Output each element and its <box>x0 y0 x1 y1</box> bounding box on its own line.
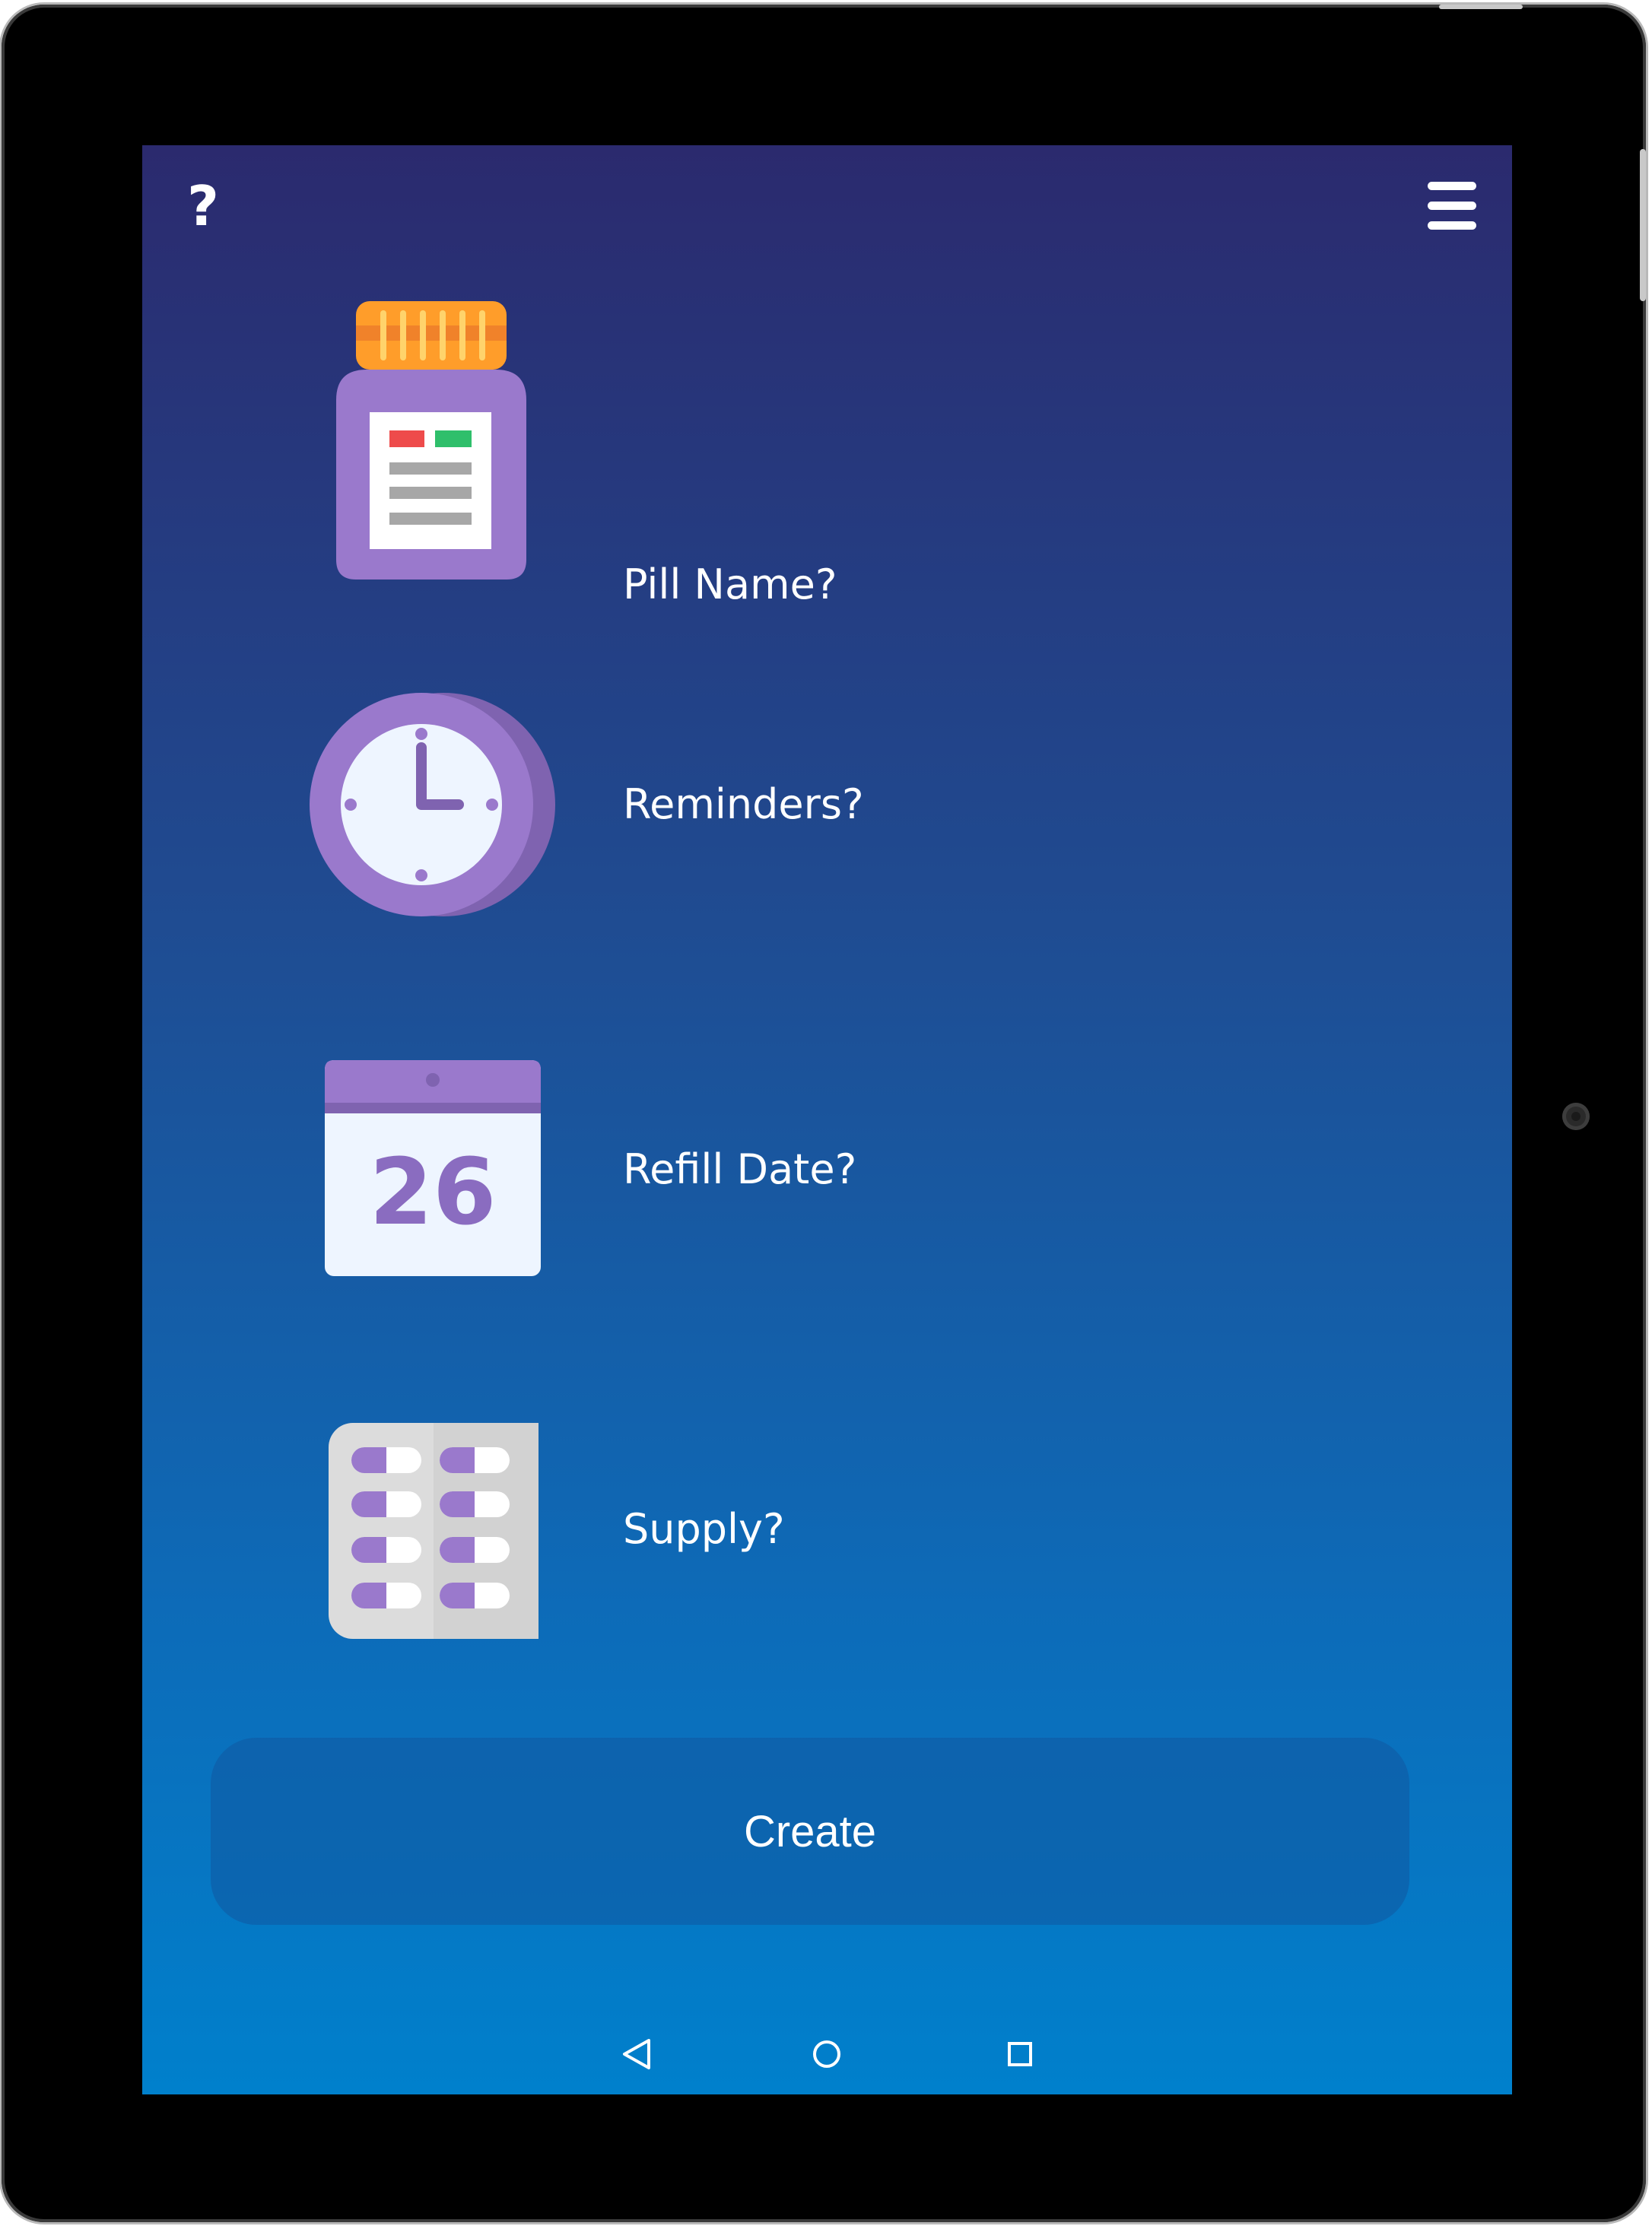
recents-square-icon[interactable] <box>999 2033 1041 2075</box>
android-navigation-bar <box>142 2024 1512 2085</box>
reminders-label: Reminders? <box>623 780 864 828</box>
supply-label: Supply? <box>623 1505 785 1553</box>
home-circle-icon[interactable] <box>805 2033 848 2075</box>
refill-date-row[interactable]: 26 Refill Date? <box>142 1060 1512 1288</box>
supply-row[interactable]: Supply? <box>142 1423 1512 1651</box>
create-button[interactable]: Create <box>211 1738 1409 1925</box>
refill-date-label: Refill Date? <box>623 1145 857 1193</box>
question-mark-icon[interactable]: ? <box>180 176 226 237</box>
pill-bottle-icon <box>336 301 526 580</box>
calendar-icon: 26 <box>325 1060 541 1276</box>
pill-name-row[interactable]: Pill Name? <box>142 301 1512 608</box>
app-screen: ? Pill Name? Reminders? 26 Refill Date? … <box>142 145 1512 2094</box>
volume-button <box>1640 149 1646 301</box>
calendar-day-number: 26 <box>370 1140 497 1246</box>
power-button <box>1439 5 1523 9</box>
front-camera <box>1562 1103 1590 1130</box>
pill-blister-pack-icon <box>329 1423 538 1639</box>
pill-name-label: Pill Name? <box>623 560 837 608</box>
tablet-frame: ? Pill Name? Reminders? 26 Refill Date? … <box>2 5 1646 2222</box>
clock-icon <box>310 693 555 916</box>
hamburger-menu-icon[interactable] <box>1428 182 1476 230</box>
reminders-row[interactable]: Reminders? <box>142 693 1512 921</box>
back-triangle-icon[interactable] <box>615 2033 658 2075</box>
